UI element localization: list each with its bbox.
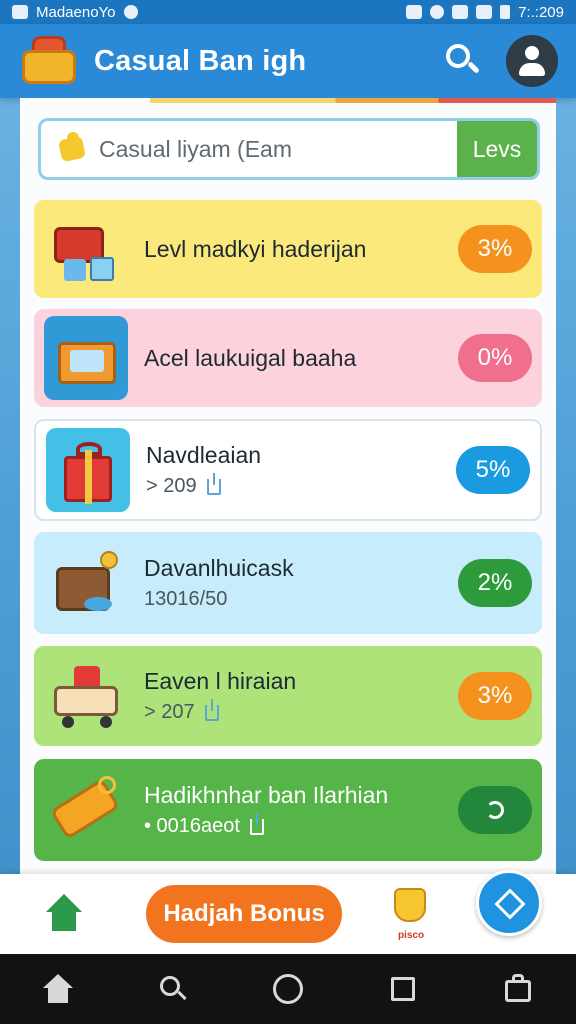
progress-strip <box>150 98 556 103</box>
list-item[interactable]: Hadikhnhar ban Ilarhian • 0016aeot <box>34 759 542 861</box>
status-bar: Madaeno​Yo 7:.:209 <box>0 0 576 24</box>
item-title: Acel laukuigal baaha <box>144 344 357 371</box>
list-item[interactable]: Levl madkyi haderijan 3% <box>34 200 542 298</box>
cart-icon <box>44 654 128 738</box>
refresh-icon <box>486 801 504 819</box>
item-title: Hadikhnhar ban Ilarhian <box>144 782 389 808</box>
profile-button[interactable] <box>506 35 558 87</box>
item-subtitle: > 207 <box>144 701 195 723</box>
levels-button[interactable]: Levs <box>457 121 537 177</box>
bonus-button[interactable]: Hadjah Bonus <box>146 885 342 943</box>
battery-icon <box>500 5 511 19</box>
toolbox-icon <box>44 316 128 400</box>
search-icon[interactable] <box>440 39 484 83</box>
app-title: Casual Ban igh <box>94 44 307 77</box>
share-icon[interactable] <box>204 698 219 721</box>
percent-badge: 0% <box>458 334 532 382</box>
item-subtitle: 13016/50 <box>144 588 228 610</box>
item-subtitle: • 0016aeot <box>144 815 240 837</box>
list-item[interactable]: Davanlhuicask 13016/50 2% <box>34 532 542 634</box>
system-bag-icon[interactable] <box>501 972 535 1006</box>
signal-icon <box>476 5 493 19</box>
item-title: Eaven l hiraian <box>144 668 297 694</box>
puzzle-icon <box>55 132 89 166</box>
treasure-chest-logo-icon <box>18 32 80 90</box>
nfc-icon <box>406 5 423 19</box>
system-recents-icon[interactable] <box>386 972 420 1006</box>
percent-badge: 3% <box>458 225 532 273</box>
list-item[interactable]: Acel laukuigal baaha 0% <box>34 309 542 407</box>
list-item[interactable]: Eaven l hiraian > 207 3% <box>34 646 542 746</box>
share-icon[interactable] <box>249 812 264 835</box>
system-circle-icon[interactable] <box>271 972 305 1006</box>
list-item[interactable]: Navdleaian > 209 5% <box>34 419 542 521</box>
user-icon <box>525 46 539 60</box>
item-title: Davanlhuicask <box>144 555 294 581</box>
percent-badge: 3% <box>458 672 532 720</box>
briefcase-icon <box>44 541 128 625</box>
app-bar: Casual Ban igh <box>0 24 576 98</box>
status-left-text: Madaeno​Yo <box>36 3 116 21</box>
diamond-icon <box>494 888 526 920</box>
item-subtitle: > 209 <box>146 475 197 497</box>
percent-badge: 5% <box>456 446 530 494</box>
toy-chest-icon <box>44 207 128 291</box>
sync-icon <box>430 5 445 19</box>
trophy-icon[interactable]: pisco <box>386 886 436 942</box>
reward-label: pisco <box>397 930 425 941</box>
item-title: Navdleaian <box>146 442 262 468</box>
system-search-icon[interactable] <box>156 972 190 1006</box>
main-panel: Casual liyam (Eam Levs Levl madkyi hader… <box>20 98 556 874</box>
status-time: 7:.:209 <box>518 3 564 21</box>
percent-badge: 2% <box>458 559 532 607</box>
mail-icon <box>12 5 28 19</box>
bottom-nav: Hadjah Bonus pisco <box>0 870 576 954</box>
whistle-icon <box>44 768 128 852</box>
gift-icon <box>46 428 130 512</box>
system-nav-bar <box>0 954 576 1024</box>
wifi-icon <box>452 5 469 19</box>
loading-badge <box>458 786 532 834</box>
system-home-icon[interactable] <box>41 972 75 1006</box>
share-icon[interactable] <box>206 472 221 495</box>
search-bar: Casual liyam (Eam Levs <box>38 118 540 180</box>
home-icon[interactable] <box>44 894 84 934</box>
search-input[interactable]: Casual liyam (Eam <box>99 136 457 163</box>
item-title: Levl madkyi haderijan <box>144 235 367 262</box>
diamond-fab-button[interactable] <box>476 870 542 936</box>
notification-icon <box>123 5 138 19</box>
